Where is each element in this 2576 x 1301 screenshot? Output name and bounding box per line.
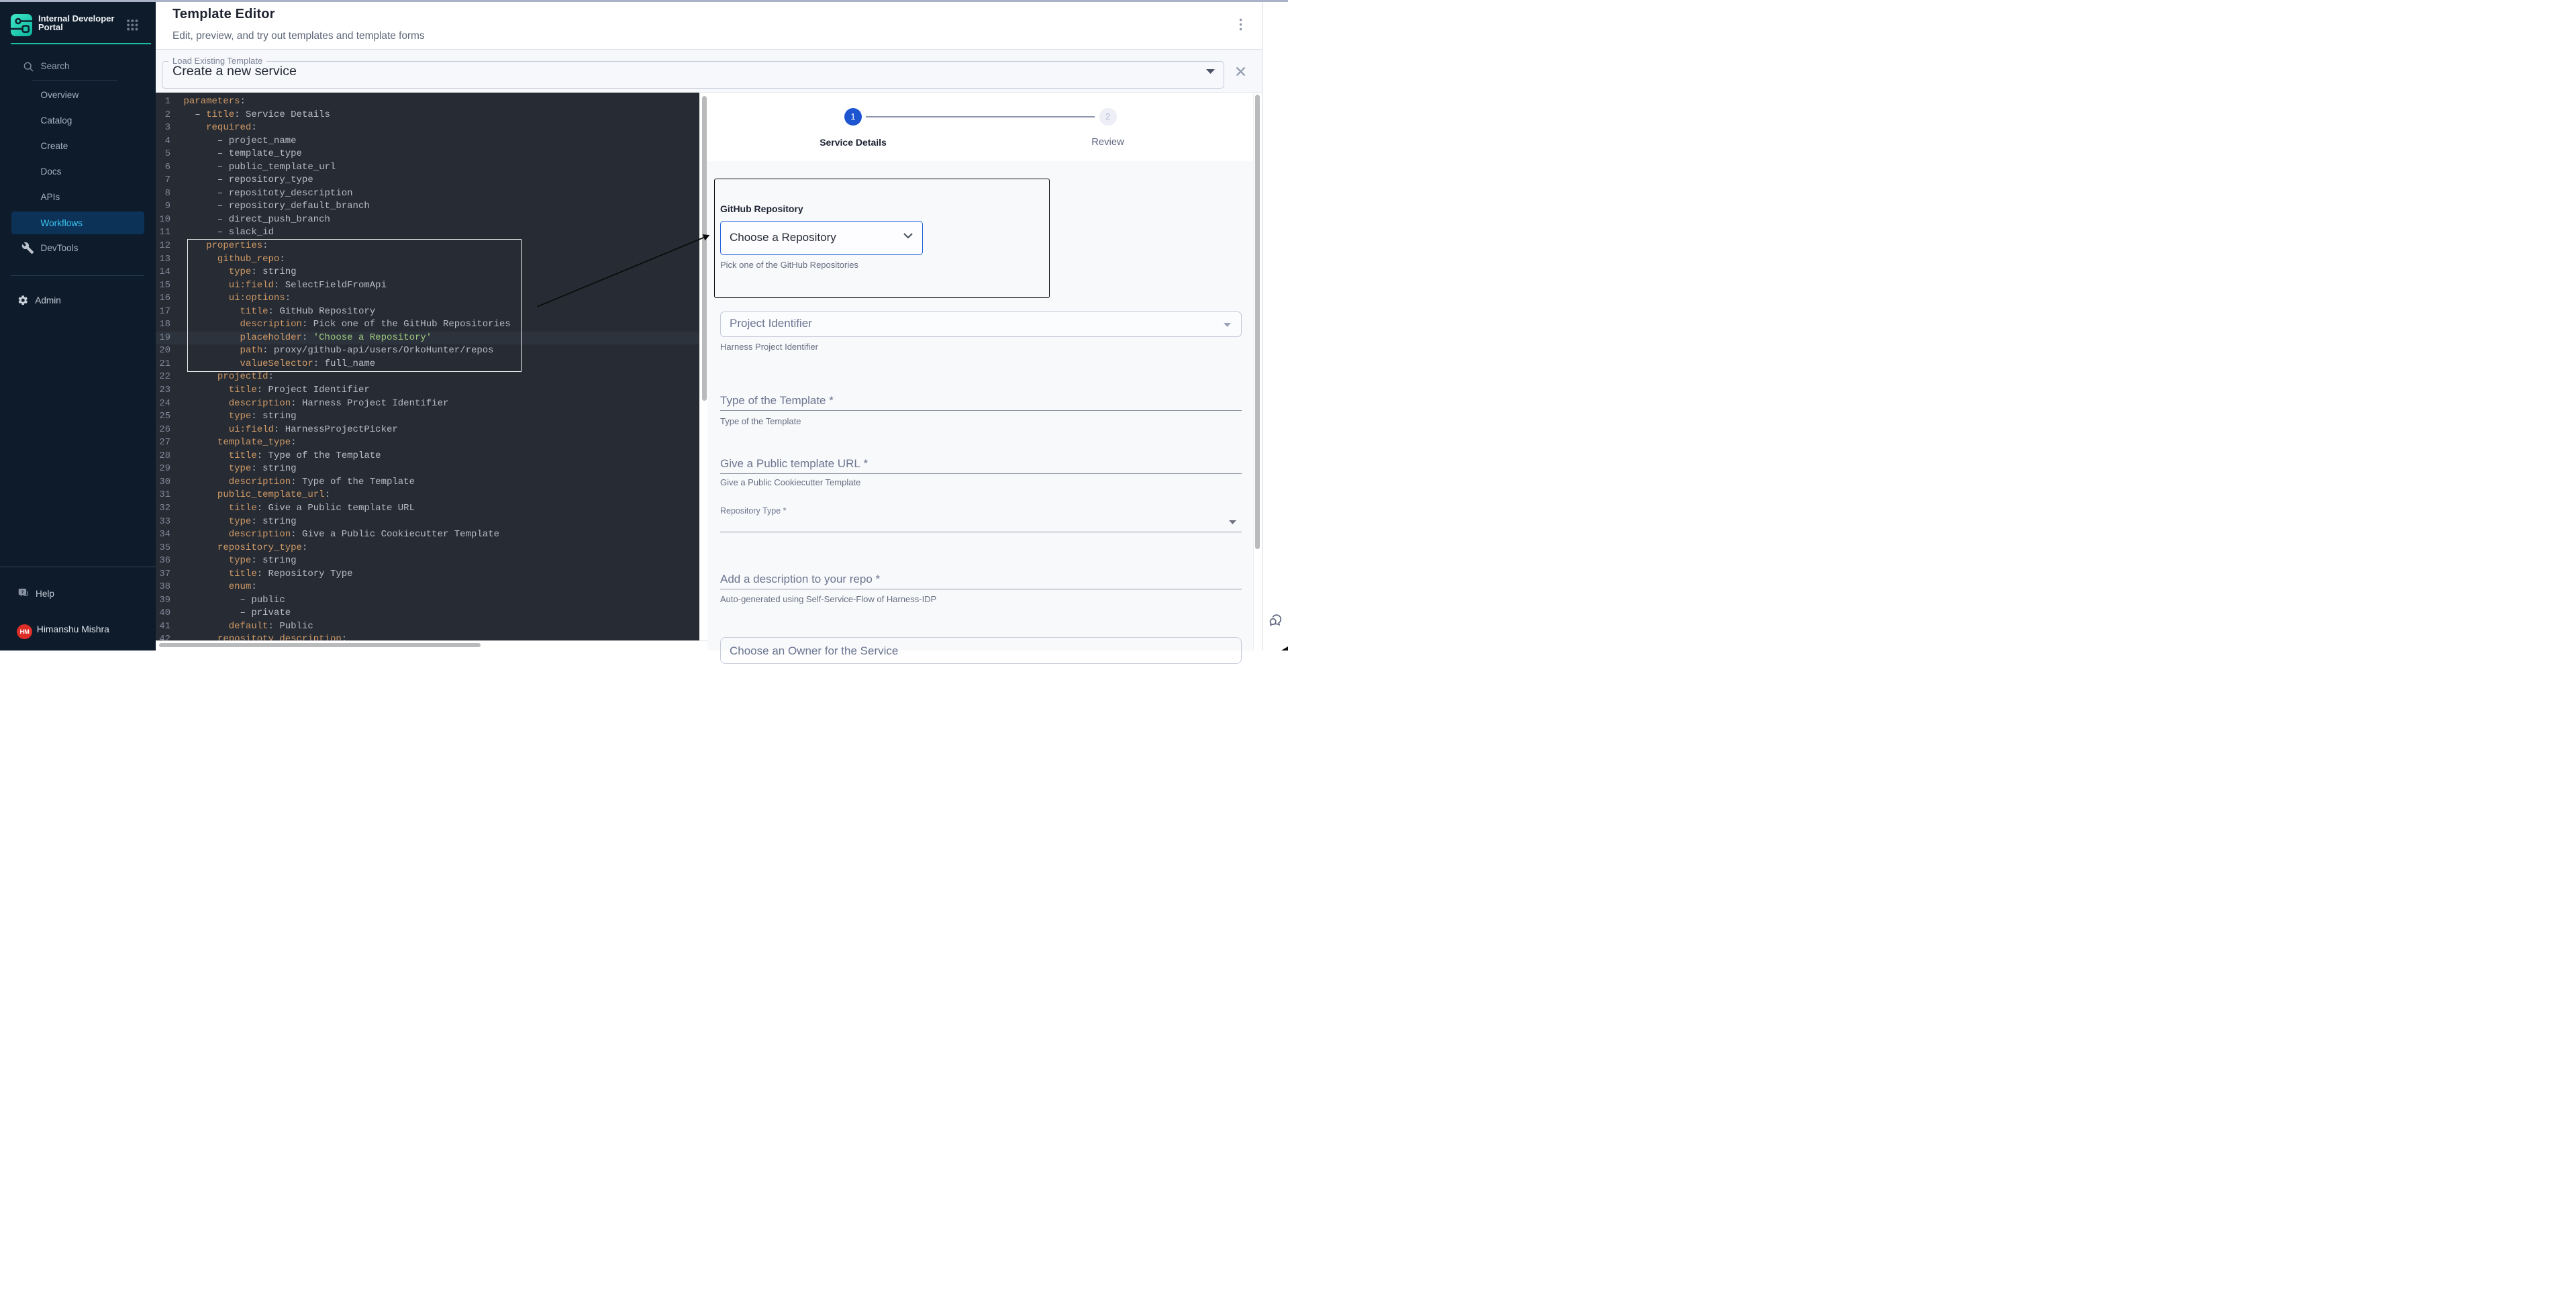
svg-text:?: ? — [21, 589, 24, 595]
